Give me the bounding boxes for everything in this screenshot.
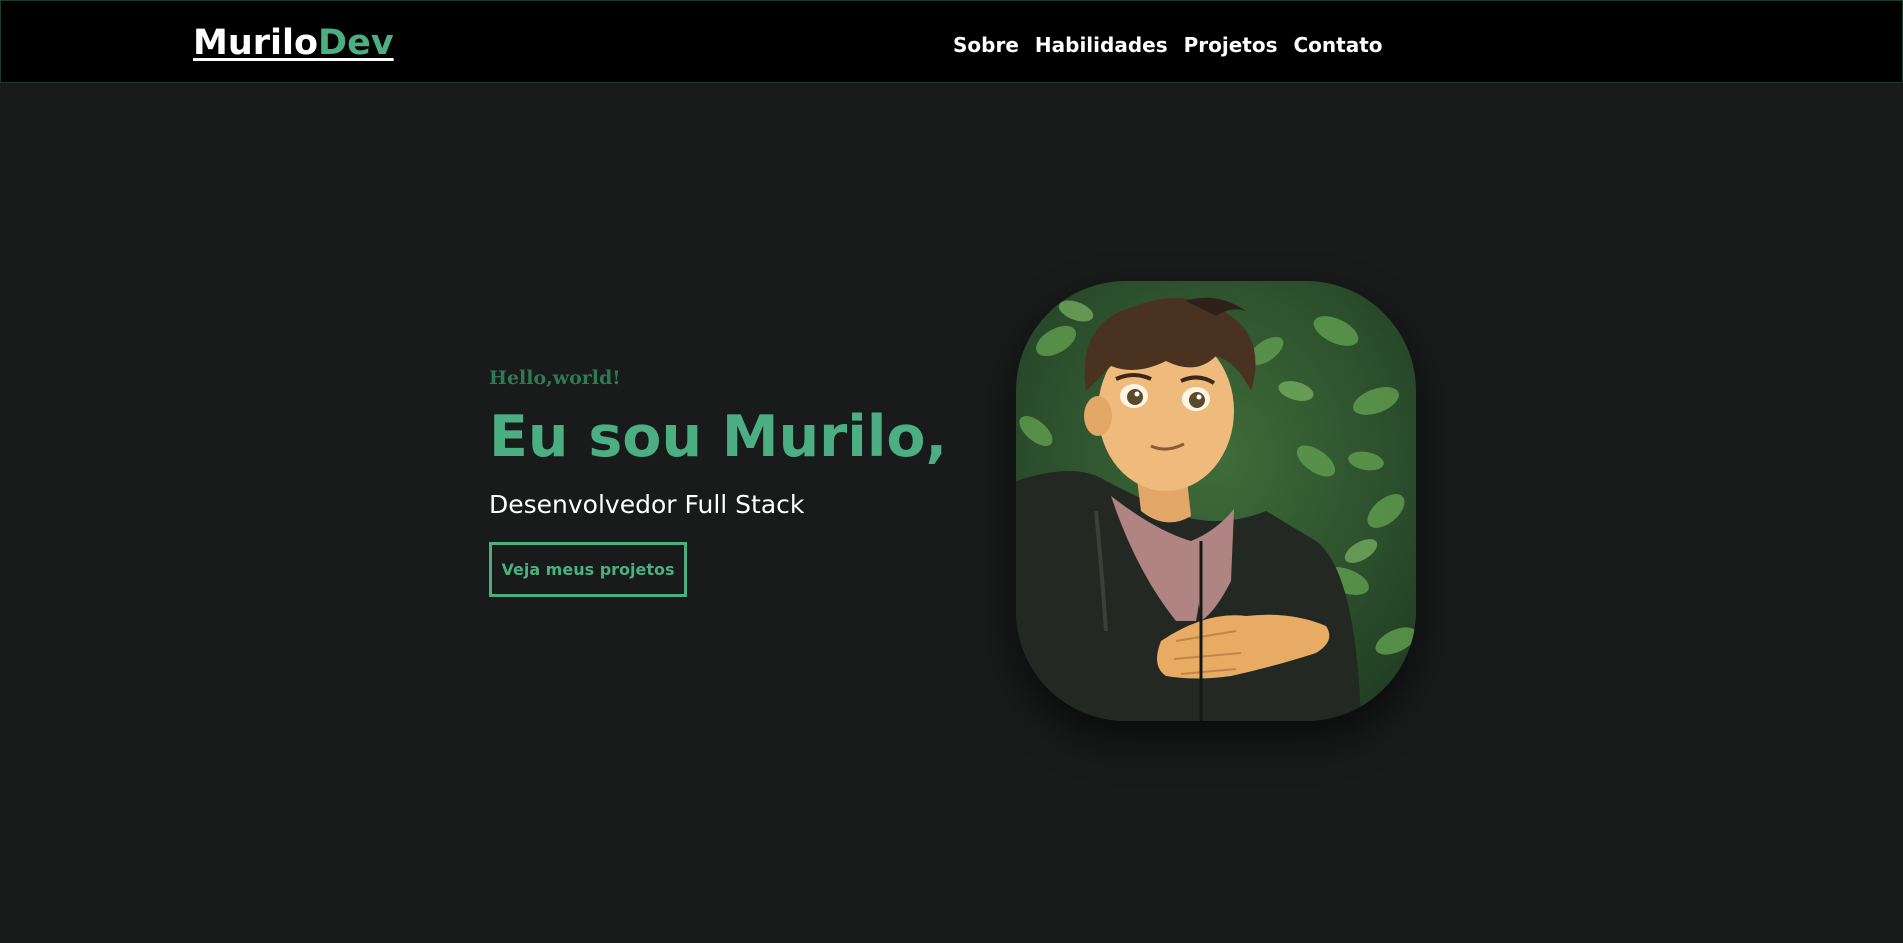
hero-headline: Eu sou Murilo, — [489, 404, 948, 470]
nav-links: Sobre Habilidades Projetos Contato — [953, 33, 1383, 57]
nav-link-projetos[interactable]: Projetos — [1184, 33, 1278, 57]
avatar — [1016, 281, 1416, 721]
nav-link-sobre[interactable]: Sobre — [953, 33, 1019, 57]
view-projects-button[interactable]: Veja meus projetos — [489, 542, 687, 597]
hero-greeting: Hello,world! — [489, 367, 621, 389]
logo-main: Murilo — [193, 23, 319, 63]
navbar: MuriloDev Sobre Habilidades Projetos Con… — [0, 0, 1903, 83]
logo[interactable]: MuriloDev — [193, 23, 394, 63]
hero-subtitle: Desenvolvedor Full Stack — [489, 490, 805, 519]
nav-link-habilidades[interactable]: Habilidades — [1035, 33, 1168, 57]
nav-link-contato[interactable]: Contato — [1294, 33, 1383, 57]
avatar-illustration — [1016, 281, 1416, 721]
logo-accent: Dev — [318, 23, 394, 63]
